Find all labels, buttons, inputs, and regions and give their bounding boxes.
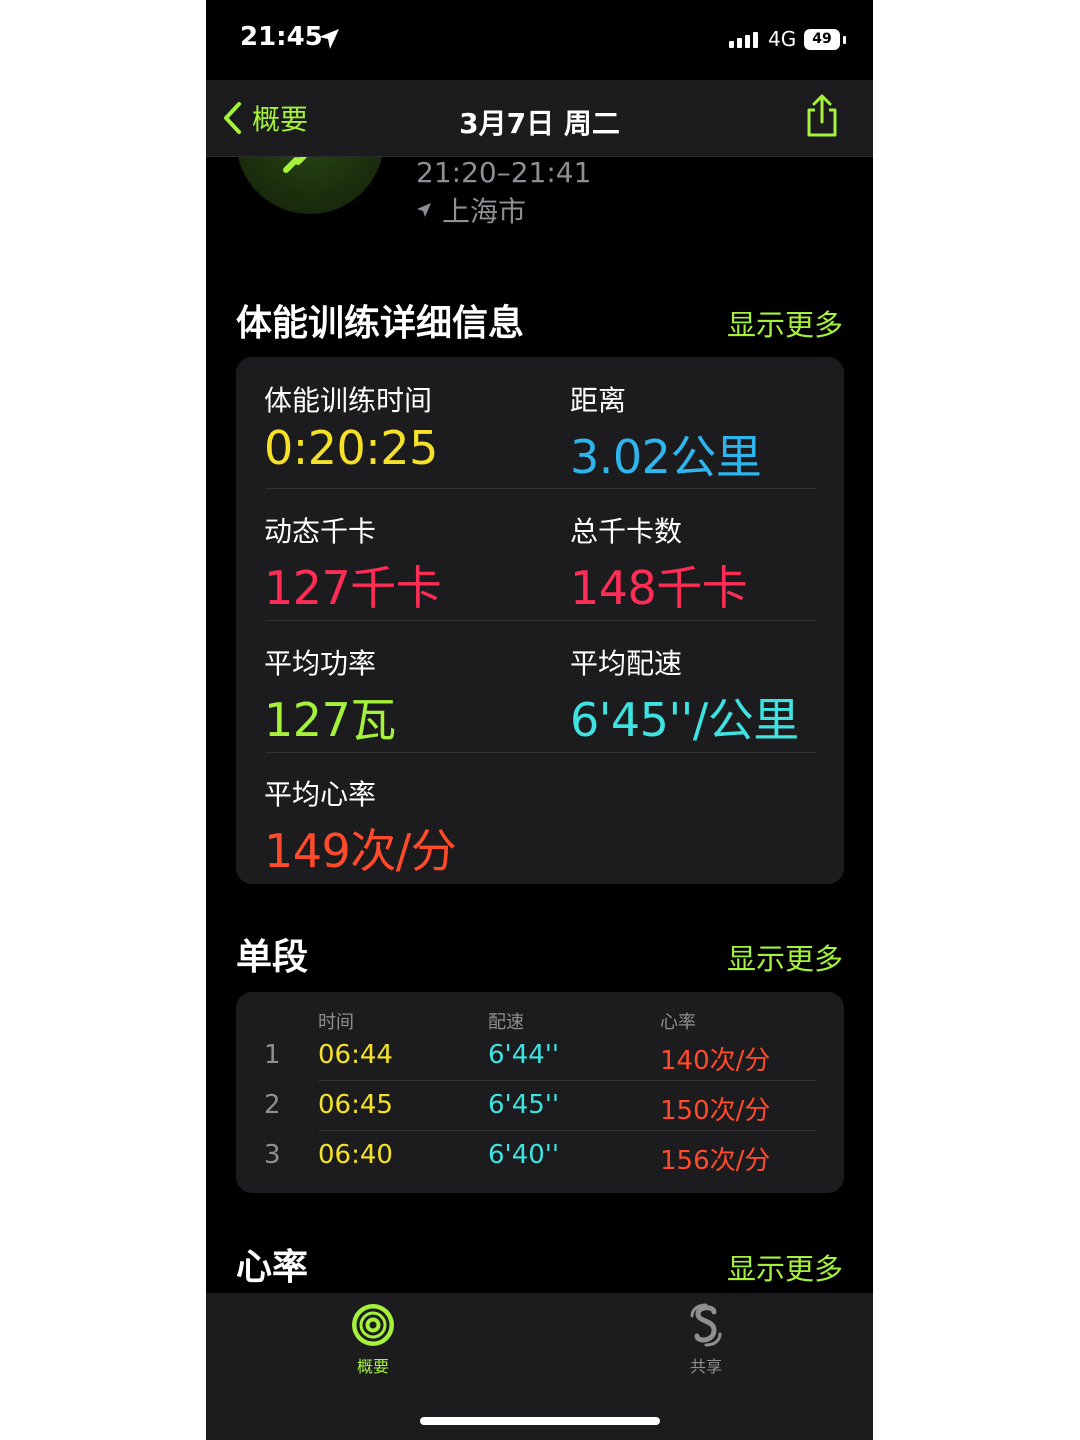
metric-label: 平均配速 — [570, 647, 683, 680]
phone-screen: 21:45 4G 49 21:20–21:41 上海市 概要 3月7日 周二 体… — [206, 0, 873, 1440]
network-type: 4G — [768, 27, 797, 51]
battery-tip — [843, 36, 846, 44]
split-time: 06:44 — [318, 1040, 393, 1070]
share-button[interactable] — [802, 94, 842, 142]
location-arrow-icon — [319, 29, 339, 49]
metric-value: 127瓦 — [264, 693, 396, 747]
tab-label: 概要 — [356, 1357, 389, 1376]
tab-sharing[interactable]: 共享 — [646, 1303, 766, 1377]
navigation-bar: 概要 3月7日 周二 — [206, 80, 873, 157]
metric-label: 平均心率 — [264, 778, 377, 811]
workout-details-card: 体能训练时间 0:20:25 距离 3.02公里 动态千卡 127千卡 总千卡数… — [236, 357, 844, 884]
details-show-more-button[interactable]: 显示更多 — [727, 302, 843, 344]
split-heart-rate: 140次/分 — [660, 1046, 771, 1076]
metric-label: 距离 — [570, 384, 627, 417]
metric-label: 平均功率 — [264, 647, 377, 680]
splits-card: 时间 配速 心率 1 06:44 6'44'' 140次/分 2 06:45 6… — [236, 992, 844, 1193]
sharing-icon — [690, 1303, 722, 1347]
page-title: 3月7日 周二 — [459, 107, 620, 140]
split-number: 3 — [264, 1140, 281, 1170]
split-number: 2 — [264, 1090, 281, 1120]
metric-value: 148千卡 — [570, 561, 748, 615]
metric-workout-time: 体能训练时间 0:20:25 — [264, 379, 438, 475]
metric-value: 127千卡 — [264, 561, 442, 615]
metric-average-heart-rate: 平均心率 149次/分 — [264, 773, 457, 881]
status-time: 21:45 — [240, 22, 323, 52]
metric-label: 体能训练时间 — [264, 384, 433, 417]
split-pace: 6'40'' — [488, 1140, 560, 1170]
table-row: 1 06:44 6'44'' 140次/分 — [236, 1030, 844, 1080]
divider — [266, 620, 816, 621]
splits-section-title: 单段 — [236, 937, 309, 978]
table-row: 3 06:40 6'40'' 156次/分 — [236, 1130, 844, 1180]
status-bar: 21:45 4G 49 — [206, 0, 873, 80]
metric-value: 0:20:25 — [264, 421, 438, 475]
splits-show-more-button[interactable]: 显示更多 — [727, 936, 843, 978]
workout-location-label: 上海市 — [442, 195, 527, 228]
split-heart-rate: 156次/分 — [660, 1146, 771, 1176]
share-icon — [807, 94, 837, 137]
split-time: 06:45 — [318, 1090, 393, 1120]
split-time: 06:40 — [318, 1140, 393, 1170]
metric-distance: 距离 3.02公里 — [570, 379, 762, 487]
metric-value: 149次/分 — [264, 824, 457, 878]
split-number: 1 — [264, 1040, 281, 1070]
workout-location: 上海市 — [416, 190, 526, 230]
metric-average-pace: 平均配速 6'45''/公里 — [570, 642, 799, 750]
metric-active-calories: 动态千卡 127千卡 — [264, 510, 442, 618]
workout-time-range: 21:20–21:41 — [416, 156, 592, 189]
tab-summary[interactable]: 概要 — [313, 1303, 433, 1377]
metric-average-power: 平均功率 127瓦 — [264, 642, 396, 750]
split-pace: 6'44'' — [488, 1040, 560, 1070]
home-indicator — [420, 1417, 660, 1425]
metric-value: 6'45''/公里 — [570, 693, 799, 747]
battery-icon: 49 — [804, 29, 840, 50]
divider — [266, 752, 816, 753]
heart-rate-show-more-button[interactable]: 显示更多 — [727, 1246, 843, 1288]
split-heart-rate: 150次/分 — [660, 1096, 771, 1126]
metric-label: 总千卡数 — [570, 515, 683, 548]
table-row: 2 06:45 6'45'' 150次/分 — [236, 1080, 844, 1130]
metric-value: 3.02公里 — [570, 430, 762, 484]
metric-total-calories: 总千卡数 148千卡 — [570, 510, 748, 618]
split-pace: 6'45'' — [488, 1090, 560, 1120]
tab-label: 共享 — [689, 1357, 722, 1376]
activity-rings-icon — [352, 1304, 394, 1346]
signal-strength-icon — [729, 32, 758, 48]
metric-label: 动态千卡 — [264, 515, 377, 548]
tab-bar: 概要 共享 — [206, 1293, 873, 1440]
details-section-title: 体能训练详细信息 — [236, 303, 525, 344]
divider — [266, 488, 816, 489]
location-arrow-icon — [417, 203, 431, 217]
heart-rate-section-title: 心率 — [236, 1247, 309, 1288]
